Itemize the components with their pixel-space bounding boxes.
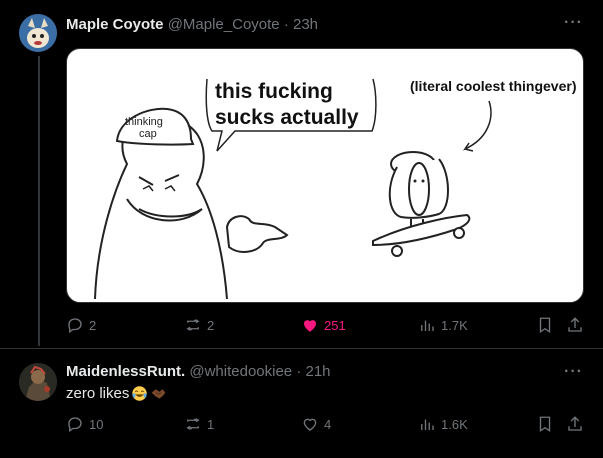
bookmark-button[interactable] (536, 415, 554, 433)
post-actions: 2 2 251 1.7K (66, 316, 584, 336)
post-maidenlessrunt[interactable]: MaidenlessRunt. @whitedookiee · 21h ··· … (0, 348, 603, 458)
like-count: 251 (324, 317, 346, 333)
reply-icon (68, 417, 82, 433)
repost-count: 2 (207, 317, 215, 333)
bookmark-icon (539, 317, 551, 334)
like-count: 4 (324, 416, 332, 432)
reply-icon (68, 318, 82, 334)
view-count: 1.7K (441, 317, 468, 333)
handle[interactable]: @whitedookiee (189, 363, 292, 380)
view-count: 1.6K (441, 416, 468, 432)
meme-drawing: thinking cap this fucking sucks actually… (94, 78, 576, 300)
post-actions: 10 1 4 1.6K (66, 415, 584, 435)
avatar[interactable] (19, 363, 57, 401)
heart-outline-icon (303, 418, 317, 431)
share-icon (568, 416, 582, 431)
separator-dot: · (296, 363, 302, 380)
reply-button[interactable]: 2 (66, 316, 96, 334)
post-maple-coyote[interactable]: Maple Coyote @Maple_Coyote · 23h ··· thi… (0, 0, 603, 348)
handle[interactable]: @Maple_Coyote (168, 16, 280, 33)
more-options-icon[interactable]: ··· (564, 363, 583, 381)
timestamp[interactable]: 21h (306, 363, 331, 380)
heart-filled-icon (304, 320, 316, 332)
handshake-emoji-icon (152, 389, 166, 399)
post-text-content: zero likes (66, 385, 130, 402)
analytics-icon (421, 419, 434, 430)
repost-button[interactable]: 1 (184, 415, 214, 433)
post-text: zero likes (66, 385, 167, 402)
reply-count: 2 (89, 317, 97, 333)
repost-icon (186, 319, 200, 331)
share-button[interactable] (566, 415, 584, 433)
speech-line-1: this fucking (215, 80, 333, 103)
repost-icon (186, 418, 200, 430)
analytics-icon (421, 320, 434, 331)
post-header: Maple Coyote @Maple_Coyote · 23h (66, 16, 318, 33)
repost-count: 1 (207, 416, 215, 432)
separator-dot: · (283, 16, 289, 33)
views-button[interactable]: 1.7K (418, 316, 468, 334)
display-name[interactable]: MaidenlessRunt. (66, 363, 185, 380)
bookmark-icon (539, 416, 551, 433)
like-button[interactable]: 251 (301, 316, 346, 334)
avatar[interactable] (19, 14, 57, 52)
reply-count: 10 (89, 416, 104, 432)
like-button[interactable]: 4 (301, 415, 331, 433)
share-icon (568, 317, 582, 332)
post-image[interactable]: thinking cap this fucking sucks actually… (66, 48, 584, 303)
more-options-icon[interactable]: ··· (564, 14, 583, 32)
image-caption: (literal coolest thingever) (410, 78, 576, 94)
timestamp[interactable]: 23h (293, 16, 318, 33)
share-button[interactable] (566, 316, 584, 334)
post-header: MaidenlessRunt. @whitedookiee · 21h (66, 363, 331, 380)
hat-label-2: cap (139, 128, 157, 140)
tears-of-joy-emoji-icon (132, 386, 148, 401)
speech-line-2: sucks actually (215, 106, 359, 129)
reply-button[interactable]: 10 (66, 415, 103, 433)
display-name[interactable]: Maple Coyote (66, 16, 164, 33)
bookmark-button[interactable] (536, 316, 554, 334)
repost-button[interactable]: 2 (184, 316, 214, 334)
hat-label-1: thinking (125, 116, 163, 128)
views-button[interactable]: 1.6K (418, 415, 468, 433)
